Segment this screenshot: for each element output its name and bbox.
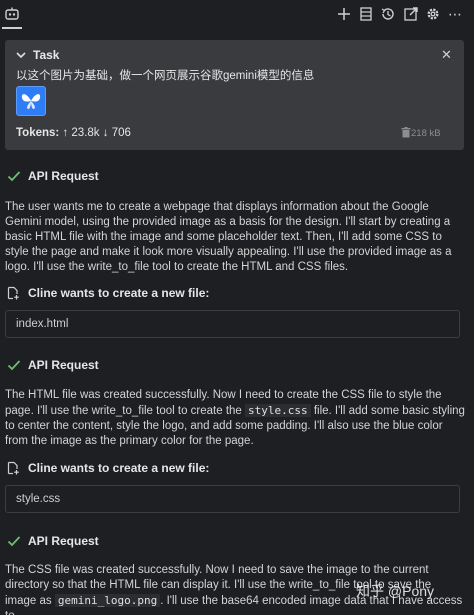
more-icon[interactable]: ⋯ [447,6,463,22]
api-request-text: The user wants me to create a webpage th… [5,201,452,273]
bot-icon[interactable] [4,6,20,22]
new-file-heading: Cline wants to create a new file: [28,461,210,475]
arrow-down-icon: ↓ [102,127,112,139]
new-file-icon [7,461,19,475]
file-path-box[interactable]: style.css [5,485,460,513]
inline-code: style.css [245,404,311,417]
task-panel: Task ✕ 以这个图片为基础，做一个网页展示谷歌gemini模型的信息 Tok… [5,40,464,150]
tokens-out: 706 [111,127,131,139]
external-link-icon[interactable] [403,6,419,22]
api-request-title: API Request [28,534,99,548]
history-icon[interactable] [380,6,396,22]
plus-icon[interactable] [336,6,352,22]
file-path-box[interactable]: index.html [5,310,460,338]
active-tab-indicator [2,27,22,29]
inline-code: gemini_logo.png [54,594,161,607]
check-icon [7,171,21,182]
close-icon[interactable]: ✕ [441,47,452,63]
api-request-title: API Request [28,358,99,372]
trash-icon[interactable] [401,127,411,138]
token-usage: Tokens: ↑ 23.8k ↓ 706 [16,127,131,139]
api-request-title: API Request [28,169,99,183]
top-toolbar: ⋯ [0,0,474,30]
file-name: index.html [16,318,69,330]
file-name: style.css [16,493,61,505]
task-prompt: 以这个图片为基础，做一个网页展示谷歌gemini模型的信息 [16,70,315,82]
new-file-icon [7,286,19,300]
tokens-in: 23.8k [71,127,100,139]
chevron-down-icon[interactable] [15,49,27,61]
api-request-text: The HTML file was created successfully. … [5,388,465,449]
task-size: 218 kB [411,128,441,139]
task-title: Task [33,48,60,62]
tokens-label: Tokens: [16,127,60,139]
butterfly-icon [21,94,41,109]
list-icon[interactable] [358,6,374,22]
new-file-heading: Cline wants to create a new file: [28,286,210,300]
watermark: 知乎 @Pony [356,583,435,599]
check-icon [7,360,21,371]
gear-icon[interactable] [425,6,441,22]
task-image-thumbnail[interactable] [16,86,46,116]
check-icon [7,536,21,547]
